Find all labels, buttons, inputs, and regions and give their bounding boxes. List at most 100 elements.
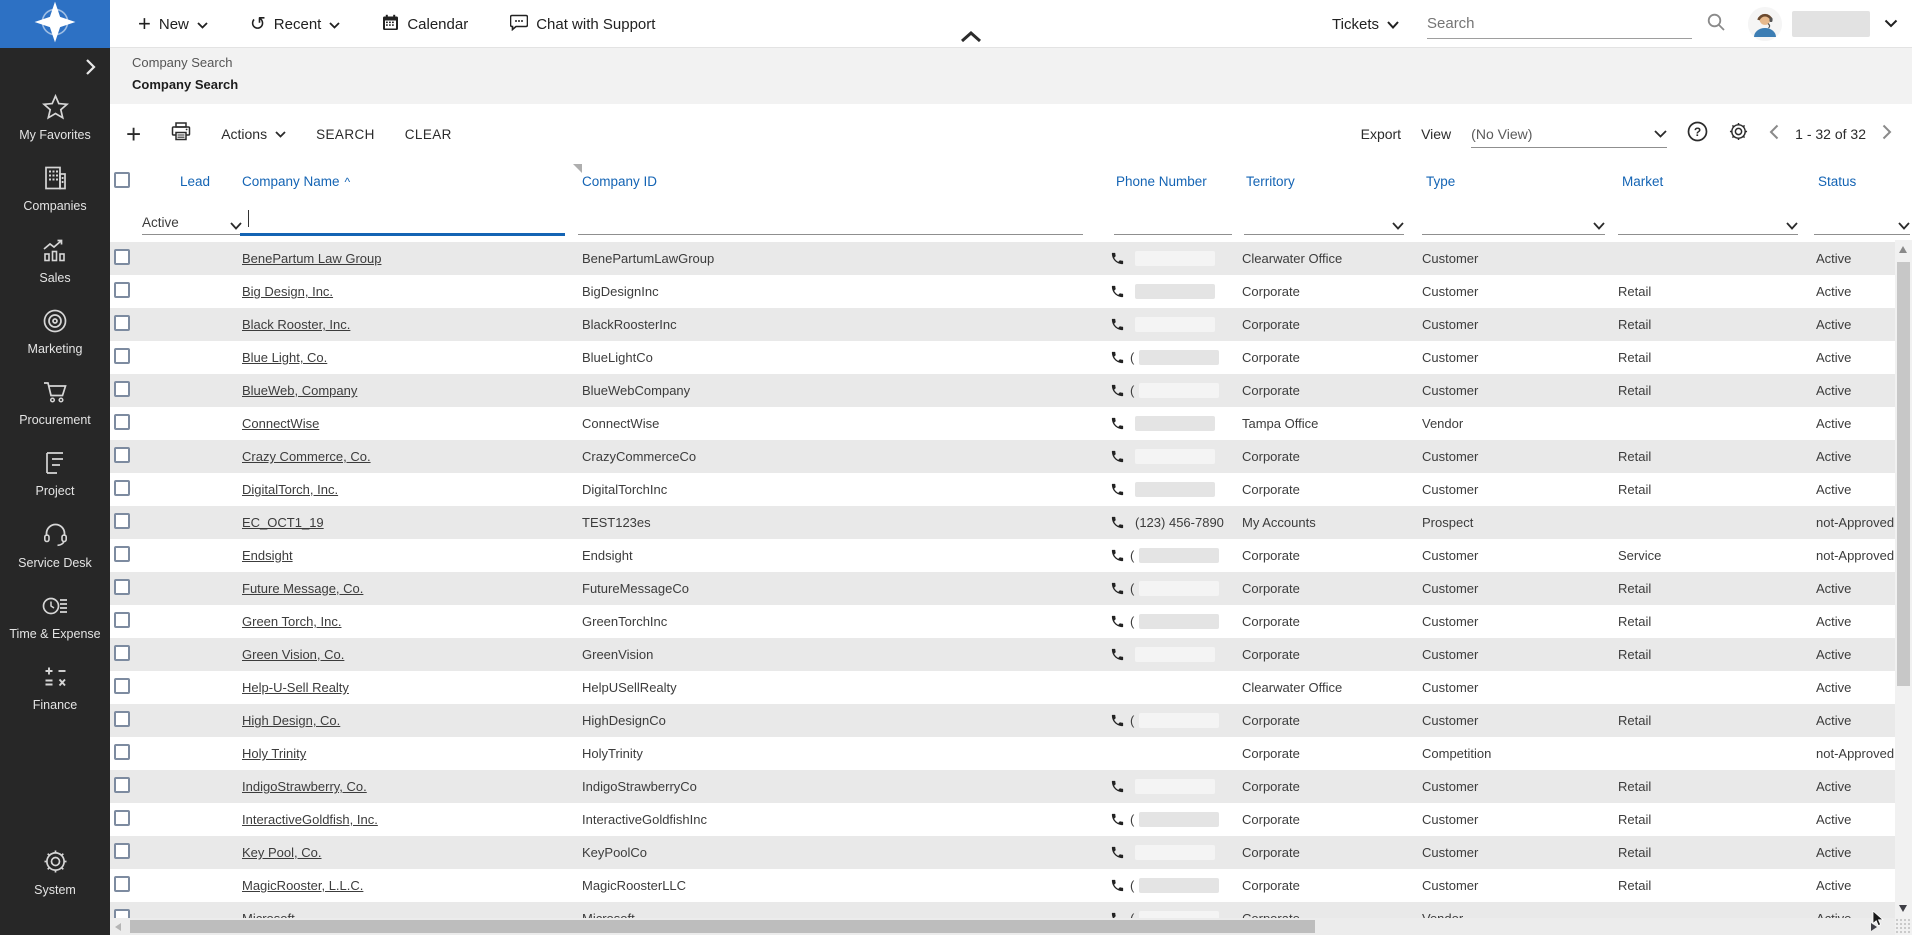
company-name-filter-input[interactable] xyxy=(240,204,565,236)
company-name-link[interactable]: IndigoStrawberry, Co. xyxy=(242,779,367,794)
row-checkbox[interactable] xyxy=(114,810,130,826)
company-name-link[interactable]: BenePartum Law Group xyxy=(242,251,381,266)
chevron-down-icon[interactable] xyxy=(1884,15,1898,33)
column-header-company-name[interactable]: Company Name^ xyxy=(238,174,578,189)
status-filter-select[interactable] xyxy=(1814,205,1910,235)
phone-icon[interactable] xyxy=(1110,350,1125,365)
phone-icon[interactable] xyxy=(1110,251,1125,266)
company-name-link[interactable]: DigitalTorch, Inc. xyxy=(242,482,338,497)
select-all-checkbox[interactable] xyxy=(114,172,130,188)
company-name-link[interactable]: Black Rooster, Inc. xyxy=(242,317,350,332)
scroll-up-arrow[interactable] xyxy=(1899,246,1907,253)
chat-support-button[interactable]: Chat with Support xyxy=(510,14,655,35)
company-name-link[interactable]: Key Pool, Co. xyxy=(242,845,322,860)
type-filter-select[interactable] xyxy=(1422,205,1605,235)
company-name-link[interactable]: Help-U-Sell Realty xyxy=(242,680,349,695)
calendar-button[interactable]: Calendar xyxy=(382,14,468,35)
lead-filter-select[interactable]: Active xyxy=(142,205,242,235)
search-input[interactable] xyxy=(1427,15,1692,32)
user-avatar[interactable] xyxy=(1748,7,1782,41)
phone-icon[interactable] xyxy=(1110,878,1125,893)
sidebar-item-marketing[interactable]: Marketing xyxy=(0,297,110,368)
phone-icon[interactable] xyxy=(1110,482,1125,497)
sidebar-item-project[interactable]: Project xyxy=(0,439,110,510)
sidebar-item-procurement[interactable]: Procurement xyxy=(0,368,110,439)
clear-button[interactable]: CLEAR xyxy=(405,127,452,142)
phone-icon[interactable] xyxy=(1110,515,1125,530)
expand-sidebar-chevron[interactable] xyxy=(85,58,96,81)
phone-icon[interactable] xyxy=(1110,845,1125,860)
actions-menu[interactable]: Actions xyxy=(221,126,286,142)
column-header-market[interactable]: Market xyxy=(1614,174,1812,189)
row-checkbox[interactable] xyxy=(114,777,130,793)
row-checkbox[interactable] xyxy=(114,711,130,727)
company-name-link[interactable]: MagicRooster, L.L.C. xyxy=(242,878,363,893)
column-header-territory[interactable]: Territory xyxy=(1238,174,1418,189)
app-logo[interactable] xyxy=(0,0,110,48)
scroll-down-arrow[interactable] xyxy=(1899,905,1907,912)
next-page-chevron[interactable] xyxy=(1882,124,1892,145)
tickets-menu[interactable]: Tickets xyxy=(1332,16,1399,33)
phone-icon[interactable] xyxy=(1110,317,1125,332)
column-header-status[interactable]: Status xyxy=(1812,174,1895,189)
market-filter-select[interactable] xyxy=(1618,205,1798,235)
territory-filter-select[interactable] xyxy=(1244,205,1404,235)
breadcrumb[interactable]: Company Search xyxy=(132,55,232,70)
horizontal-scroll-thumb[interactable] xyxy=(130,920,1315,933)
row-checkbox[interactable] xyxy=(114,612,130,628)
company-name-link[interactable]: Blue Light, Co. xyxy=(242,350,327,365)
sidebar-item-time-expense[interactable]: Time & Expense xyxy=(0,582,110,653)
sidebar-item-sales[interactable]: Sales xyxy=(0,226,110,297)
row-checkbox[interactable] xyxy=(114,546,130,562)
row-checkbox[interactable] xyxy=(114,744,130,760)
phone-icon[interactable] xyxy=(1110,713,1125,728)
sidebar-item-system[interactable]: System xyxy=(0,837,110,909)
company-name-link[interactable]: Endsight xyxy=(242,548,293,563)
company-name-link[interactable]: Holy Trinity xyxy=(242,746,306,761)
company-name-link[interactable]: Future Message, Co. xyxy=(242,581,363,596)
horizontal-scrollbar[interactable] xyxy=(110,918,1895,935)
sidebar-item-service-desk[interactable]: Service Desk xyxy=(0,511,110,582)
company-name-link[interactable]: ConnectWise xyxy=(242,416,319,431)
row-checkbox[interactable] xyxy=(114,678,130,694)
phone-icon[interactable] xyxy=(1110,614,1125,629)
phone-icon[interactable] xyxy=(1110,548,1125,563)
company-name-link[interactable]: High Design, Co. xyxy=(242,713,340,728)
row-checkbox[interactable] xyxy=(114,513,130,529)
phone-icon[interactable] xyxy=(1110,812,1125,827)
row-checkbox[interactable] xyxy=(114,381,130,397)
company-name-link[interactable]: Big Design, Inc. xyxy=(242,284,333,299)
row-checkbox[interactable] xyxy=(114,480,130,496)
row-checkbox[interactable] xyxy=(114,579,130,595)
row-checkbox[interactable] xyxy=(114,645,130,661)
prev-page-chevron[interactable] xyxy=(1769,124,1779,145)
phone-filter-input[interactable] xyxy=(1114,205,1232,235)
company-name-link[interactable]: InteractiveGoldfish, Inc. xyxy=(242,812,378,827)
new-menu[interactable]: + New xyxy=(138,13,208,35)
column-header-company-id[interactable]: Company ID xyxy=(578,174,1106,189)
add-company-button[interactable]: + xyxy=(126,121,141,147)
export-button[interactable]: Export xyxy=(1361,126,1401,142)
print-button[interactable] xyxy=(171,122,191,146)
view-select[interactable]: (No View) xyxy=(1471,120,1667,148)
help-button[interactable]: ? xyxy=(1687,121,1708,147)
company-name-link[interactable]: EC_OCT1_19 xyxy=(242,515,324,530)
phone-icon[interactable] xyxy=(1110,284,1125,299)
phone-icon[interactable] xyxy=(1110,449,1125,464)
row-checkbox[interactable] xyxy=(114,447,130,463)
phone-icon[interactable] xyxy=(1110,581,1125,596)
search-button[interactable]: SEARCH xyxy=(316,127,375,142)
company-name-link[interactable]: Green Torch, Inc. xyxy=(242,614,341,629)
sidebar-item-finance[interactable]: Finance xyxy=(0,653,110,724)
row-checkbox[interactable] xyxy=(114,315,130,331)
collapse-header-chevron[interactable] xyxy=(958,30,984,49)
phone-icon[interactable] xyxy=(1110,383,1125,398)
row-checkbox[interactable] xyxy=(114,876,130,892)
scroll-left-arrow[interactable] xyxy=(115,923,121,931)
row-checkbox[interactable] xyxy=(114,348,130,364)
phone-icon[interactable] xyxy=(1110,416,1125,431)
search-icon[interactable] xyxy=(1706,12,1726,37)
grid-settings-gear-icon[interactable] xyxy=(1728,121,1749,147)
row-checkbox[interactable] xyxy=(114,414,130,430)
company-name-link[interactable]: Crazy Commerce, Co. xyxy=(242,449,371,464)
